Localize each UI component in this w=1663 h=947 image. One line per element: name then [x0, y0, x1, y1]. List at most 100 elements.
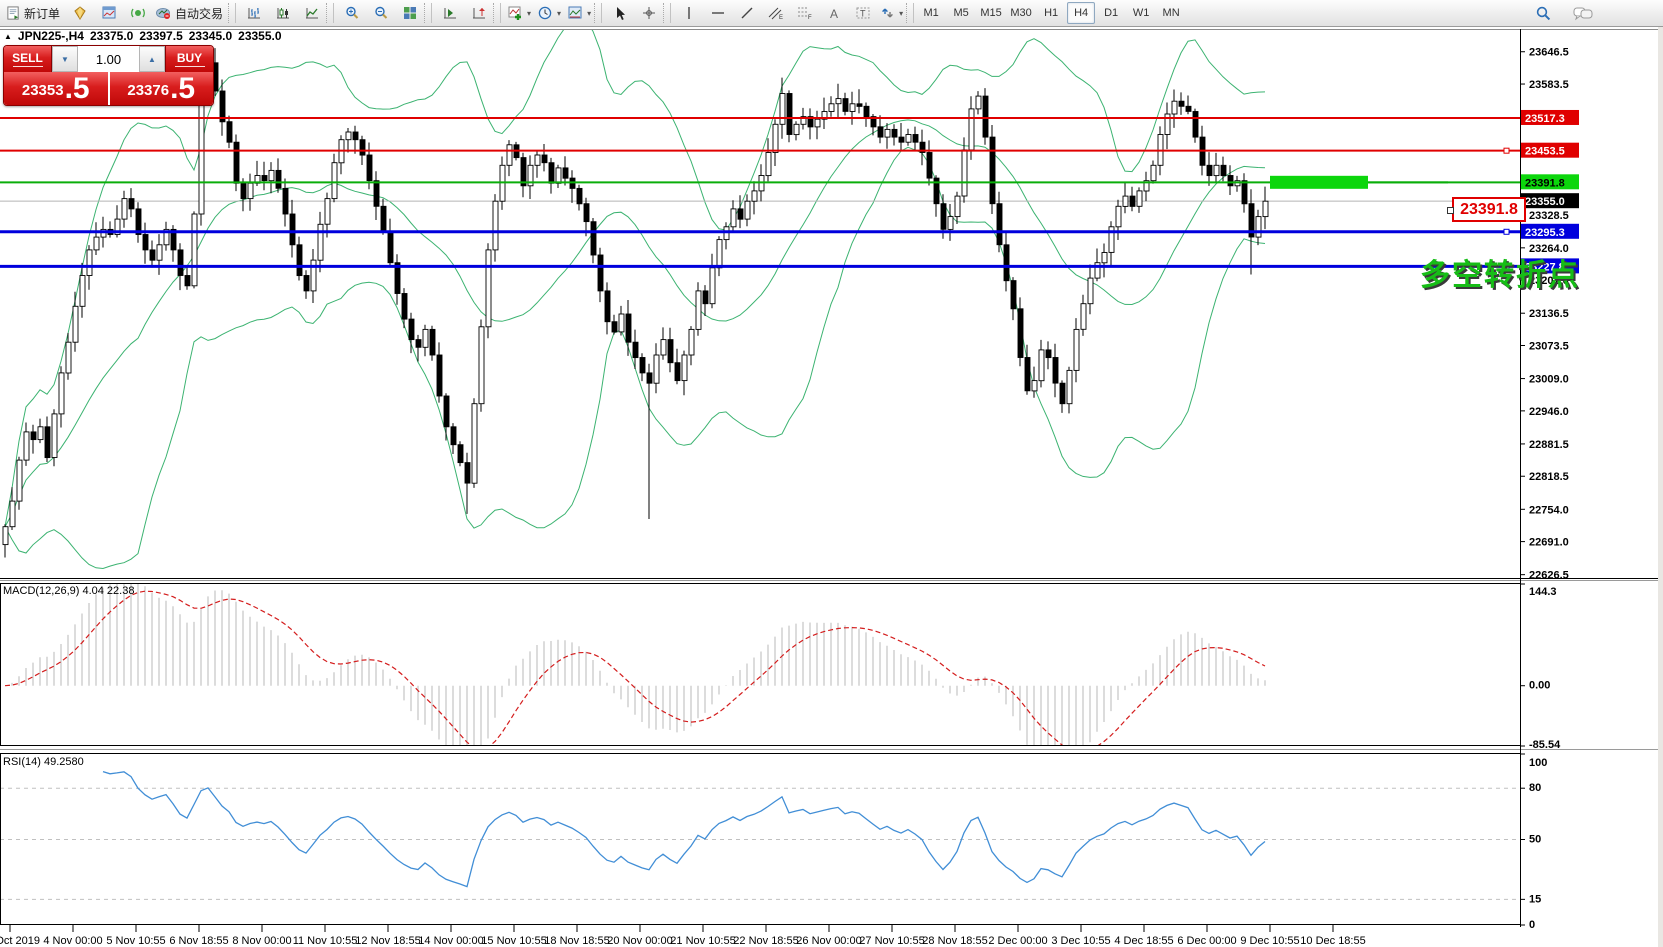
- toolbar-right-group: [1529, 1, 1597, 25]
- sell-button[interactable]: SELL: [4, 46, 51, 72]
- price-tick: 22626.5: [1529, 570, 1569, 582]
- timeframe-h4[interactable]: H4: [1067, 2, 1095, 24]
- arrows-icon: [880, 5, 895, 21]
- timeframe-m15[interactable]: M15: [977, 2, 1005, 24]
- crosshair-button[interactable]: [634, 1, 663, 25]
- fibonacci-icon: F: [796, 5, 813, 21]
- time-tick-label: 21 Nov 10:55: [670, 935, 735, 947]
- buy-price-display[interactable]: 23376 .5: [110, 72, 214, 105]
- line-handle[interactable]: [1447, 207, 1454, 214]
- sell-price-display[interactable]: 23353 .5: [4, 72, 108, 105]
- volume-increase-button[interactable]: ▲: [139, 46, 165, 72]
- price-tick: 23583.5: [1529, 79, 1569, 91]
- price-tick: 22946.0: [1529, 406, 1569, 418]
- buy-price-main: 23376: [127, 78, 169, 104]
- fibonacci-button[interactable]: F: [790, 1, 819, 25]
- price-tick: 22691.0: [1529, 537, 1569, 549]
- line-chart-icon: [304, 5, 320, 21]
- chart-ohlc-header: ▲ JPN225-,H4 23375.0 23397.5 23345.0 233…: [4, 29, 282, 43]
- buy-button[interactable]: BUY: [166, 46, 213, 72]
- ohlc-high: 23397.5: [139, 29, 182, 43]
- volume-box: ▼ 1.00 ▲: [51, 46, 166, 72]
- toolbar-separator: [326, 3, 334, 23]
- price-tick: 22754.0: [1529, 504, 1569, 516]
- templates-button[interactable]: ▾: [564, 1, 594, 25]
- new-order-icon: [6, 6, 21, 21]
- equidistant-channel-button[interactable]: E: [761, 1, 790, 25]
- text-button[interactable]: A: [819, 1, 848, 25]
- timeframe-m30[interactable]: M30: [1007, 2, 1035, 24]
- toolbar-separator: [594, 3, 602, 23]
- bar-chart-button[interactable]: [239, 1, 268, 25]
- chart-window-button[interactable]: [94, 1, 123, 25]
- chart-shift-icon: [471, 5, 487, 21]
- price-chart-canvas[interactable]: 23646.523583.523328.523264.023201.023136…: [0, 26, 1663, 947]
- time-tick-label: 5 Nov 10:55: [106, 935, 165, 947]
- channel-icon: E: [767, 5, 784, 21]
- trendline-button[interactable]: [732, 1, 761, 25]
- buy-price-pip: .5: [170, 74, 195, 104]
- chart-shift-button[interactable]: [464, 1, 493, 25]
- line-chart-button[interactable]: [297, 1, 326, 25]
- zoom-in-button[interactable]: [337, 1, 366, 25]
- chat-button[interactable]: [1568, 1, 1597, 25]
- price-tick: 23136.5: [1529, 308, 1569, 320]
- time-tick-label: 15 Nov 10:55: [481, 935, 546, 947]
- dropdown-arrow-icon: ▾: [527, 9, 531, 18]
- price-tick: 22818.5: [1529, 471, 1569, 483]
- window-edge: [1658, 0, 1663, 947]
- auto-scroll-icon: [442, 5, 458, 21]
- vertical-line-button[interactable]: [674, 1, 703, 25]
- autotrading-button[interactable]: 自动交易: [152, 1, 228, 25]
- price-tick: 22881.5: [1529, 439, 1569, 451]
- search-icon: [1535, 5, 1552, 22]
- candlestick-button[interactable]: [268, 1, 297, 25]
- arrows-button[interactable]: ▾: [877, 1, 906, 25]
- volume-decrease-button[interactable]: ▼: [52, 46, 78, 72]
- timeframe-m1[interactable]: M1: [917, 2, 945, 24]
- sonar-icon: [130, 5, 146, 21]
- timeframe-m5[interactable]: M5: [947, 2, 975, 24]
- cursor-button[interactable]: [605, 1, 634, 25]
- toolbar-separator: [424, 3, 432, 23]
- alerts-button[interactable]: [123, 1, 152, 25]
- search-button[interactable]: [1529, 1, 1558, 25]
- new-order-button[interactable]: 新订单: [3, 1, 65, 25]
- time-tick-label: 20 Nov 00:00: [607, 935, 672, 947]
- time-tick-label: 22 Nov 18:55: [733, 935, 798, 947]
- time-tick-label: 14 Nov 00:00: [418, 935, 483, 947]
- mt4-terminal: 新订单 自动交易: [0, 0, 1663, 947]
- zoom-out-button[interactable]: [366, 1, 395, 25]
- bar-chart-icon: [246, 5, 262, 21]
- dropdown-arrow-icon: ▾: [899, 9, 903, 18]
- time-tick-label: 8 Nov 00:00: [232, 935, 291, 947]
- time-tick-label: 11 Nov 10:55: [293, 935, 358, 947]
- time-tick-label: 10 Dec 18:55: [1300, 935, 1365, 947]
- horizontal-line-button[interactable]: [703, 1, 732, 25]
- time-tick-label: 27 Nov 10:55: [859, 935, 924, 947]
- timeframe-d1[interactable]: D1: [1097, 2, 1125, 24]
- tile-windows-button[interactable]: [395, 1, 424, 25]
- ohlc-low: 23345.0: [189, 29, 232, 43]
- svg-text:23453.5: 23453.5: [1525, 146, 1565, 158]
- text-label-button[interactable]: T: [848, 1, 877, 25]
- timeframe-h1[interactable]: H1: [1037, 2, 1065, 24]
- timeframe-group: M1M5M15M30H1H4D1W1MN: [917, 2, 1185, 24]
- periods-button[interactable]: ▾: [534, 1, 564, 25]
- chart-window-icon: [101, 5, 117, 21]
- spin-down-icon: ▼: [61, 55, 69, 64]
- price-tick: 23646.5: [1529, 47, 1569, 59]
- toolbar-separator: [228, 3, 236, 23]
- turning-point-annotation[interactable]: 多空转折点: [1420, 250, 1580, 294]
- timeframe-w1[interactable]: W1: [1127, 2, 1155, 24]
- macd-tick: 144.3: [1529, 586, 1557, 598]
- gem-button[interactable]: [65, 1, 94, 25]
- time-tick-label: 2 Dec 00:00: [988, 935, 1047, 947]
- collapse-icon[interactable]: ▲: [4, 32, 12, 41]
- price-callout-label[interactable]: 23391.8: [1452, 197, 1526, 222]
- indicators-button[interactable]: ▾: [504, 1, 534, 25]
- volume-field[interactable]: 1.00: [78, 46, 139, 72]
- timeframe-mn[interactable]: MN: [1157, 2, 1185, 24]
- macd-label: MACD(12,26,9) 4.04 22.38: [3, 585, 134, 597]
- auto-scroll-button[interactable]: [435, 1, 464, 25]
